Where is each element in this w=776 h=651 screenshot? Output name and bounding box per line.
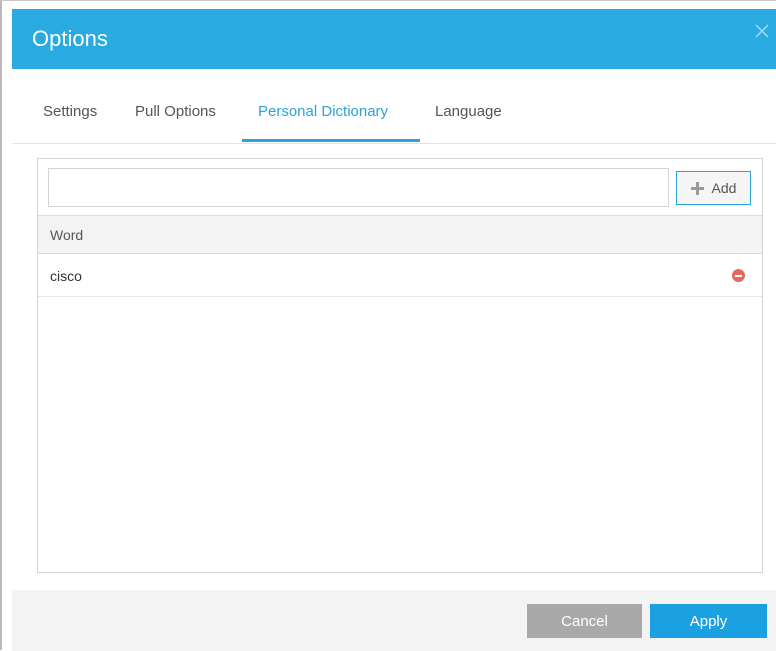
tab-bar: Settings Pull Options Personal Dictionar… [12, 69, 776, 143]
minus-circle-icon[interactable] [732, 269, 745, 282]
word-column-header: Word [38, 215, 762, 254]
list-item: cisco [38, 254, 762, 297]
dialog-title: Options [32, 26, 108, 51]
dialog-footer: Cancel Apply [12, 590, 776, 651]
add-button-label: Add [711, 180, 737, 196]
word-text: cisco [50, 268, 82, 284]
close-icon [755, 24, 769, 38]
active-tab-indicator [242, 139, 420, 142]
apply-button[interactable]: Apply [650, 604, 767, 638]
plus-icon [690, 181, 704, 195]
word-input[interactable] [48, 168, 669, 207]
dialog-titlebar: Options [12, 9, 776, 69]
options-dialog: Options Settings Pull Options Personal D… [0, 0, 776, 651]
add-button[interactable]: Add [676, 171, 751, 205]
dictionary-panel: Add Word cisco [37, 158, 763, 573]
close-button[interactable] [752, 21, 772, 41]
tab-settings[interactable]: Settings [43, 103, 97, 120]
tab-pull-options[interactable]: Pull Options [135, 103, 216, 120]
word-column-label: Word [50, 227, 84, 243]
tab-personal-dictionary[interactable]: Personal Dictionary [258, 103, 388, 120]
cancel-button[interactable]: Cancel [527, 604, 642, 638]
tab-language[interactable]: Language [435, 103, 502, 120]
